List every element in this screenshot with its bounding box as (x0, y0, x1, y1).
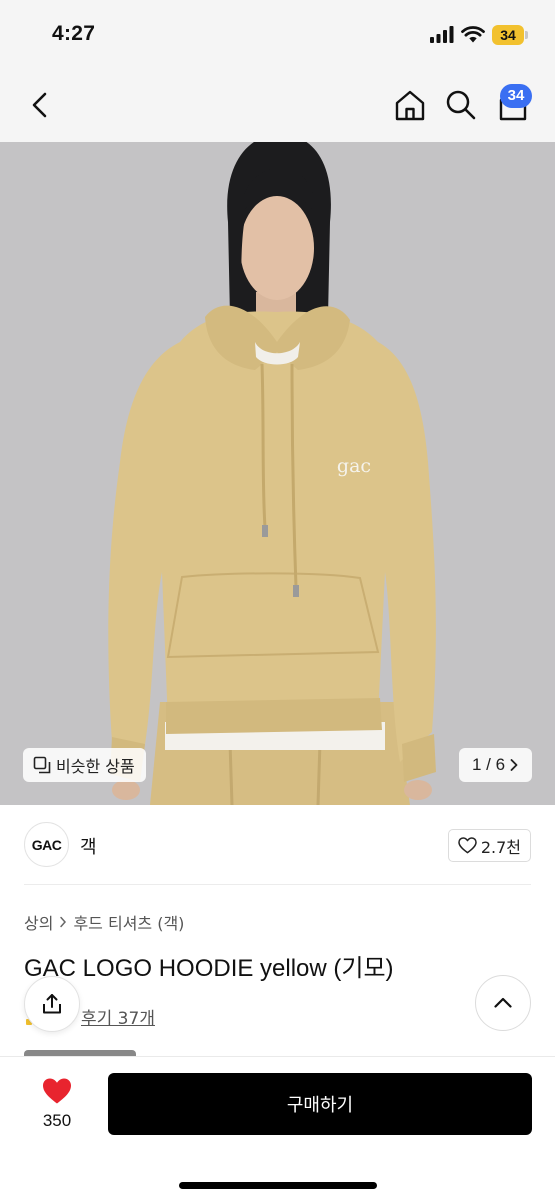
shop-like-button[interactable]: 2.7천 (447, 829, 531, 862)
chevron-right-icon (60, 916, 67, 928)
cart-count-badge: 34 (500, 84, 532, 108)
breadcrumb: 상의 후드 티셔츠 (객) (24, 910, 184, 934)
bottom-action-bar: 350 구매하기 (0, 1056, 555, 1200)
home-indicator (179, 1182, 377, 1189)
back-icon[interactable] (24, 88, 58, 122)
shop-avatar[interactable]: GAC (24, 822, 69, 867)
shop-row: GAC 객 2.7천 (0, 805, 555, 885)
product-photo: gac (0, 142, 555, 805)
similar-products-label: 비슷한 상품 (56, 757, 135, 776)
home-icon[interactable] (391, 86, 429, 124)
battery-icon: 34 (492, 25, 528, 45)
buy-button[interactable]: 구매하기 (108, 1073, 532, 1135)
similar-products-button[interactable]: 비슷한 상품 (23, 748, 146, 782)
chevron-up-icon (494, 997, 512, 1008)
share-icon (43, 994, 61, 1014)
scroll-to-top-button[interactable] (475, 975, 531, 1031)
shop-logo-text: GAC (31, 836, 62, 853)
share-button[interactable] (24, 976, 80, 1032)
shop-row-inner: GAC 객 2.7천 (24, 805, 531, 885)
breadcrumb-item[interactable]: 상의 (24, 910, 53, 934)
image-counter-text: 1 / 6 (471, 755, 506, 774)
chevron-right-icon (510, 759, 518, 771)
product-image-gallery[interactable]: gac (0, 142, 555, 805)
product-title: GAC LOGO HOODIE yellow (기모) (24, 955, 394, 982)
wishlist-button[interactable]: 350 (30, 1075, 84, 1135)
wifi-icon (461, 26, 485, 43)
reviews-link[interactable]: 후기 37개 (81, 1004, 155, 1029)
battery-level: 34 (500, 27, 516, 43)
nav-bar (0, 70, 555, 142)
hoodie-logo-print: gac (337, 455, 371, 477)
heart-outline-icon (458, 837, 477, 854)
image-counter[interactable]: 1 / 6 (459, 748, 532, 782)
copy-icon (33, 756, 51, 774)
signal-icon (430, 26, 454, 43)
status-bar: 4:27 34 (0, 0, 555, 70)
shop-like-count: 2.7천 (480, 837, 521, 857)
breadcrumb-item[interactable]: 후드 티셔츠 (객) (73, 910, 184, 934)
shop-name[interactable]: 객 (80, 833, 97, 859)
buy-button-label: 구매하기 (286, 1095, 354, 1116)
search-icon[interactable] (442, 86, 480, 124)
status-time: 4:27 (52, 22, 96, 45)
heart-filled-icon (43, 1078, 71, 1104)
wishlist-count: 350 (42, 1111, 72, 1130)
